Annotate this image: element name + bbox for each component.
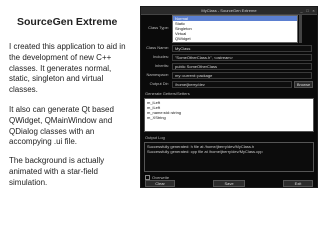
members-label: Generate Getters/Setters [145, 91, 190, 96]
save-button[interactable]: Save [213, 180, 245, 187]
includes-input[interactable]: "SomeOtherClass.h", <ostream> [172, 54, 312, 61]
window-title: MyClass - SourceGen Extreme [201, 8, 257, 13]
slide-paragraph-background: The background is actually animated with… [9, 156, 105, 187]
class-type-label: Class Type: [148, 25, 169, 30]
maximize-icon[interactable]: □ [305, 8, 310, 13]
slide-paragraph-intro: I created this application to aid in the… [9, 42, 126, 95]
class-name-input[interactable]: MyClass [172, 45, 312, 52]
class-type-item[interactable]: QWidget [173, 36, 297, 41]
clear-button[interactable]: Clear [145, 180, 175, 187]
browse-button[interactable]: Browse [294, 81, 313, 88]
class-type-scrollbar[interactable] [299, 15, 302, 43]
app-window: MyClass - SourceGen Extreme _ □ × Class … [140, 6, 318, 188]
inherits-label: Inherits: [154, 63, 169, 68]
includes-label: Includes: [152, 54, 169, 59]
member-line: m_XString [147, 115, 166, 120]
output-log: Successfully generated: h file at /home/… [144, 142, 314, 172]
close-icon[interactable]: × [311, 8, 316, 13]
members-editor[interactable]: m_iLeft m_iLeft m_name:std::string m_XSt… [144, 98, 314, 132]
output-dir-label: Output Dir: [149, 81, 169, 86]
namespace-input[interactable]: my::current::package [172, 72, 312, 79]
output-log-label: Output Log [145, 135, 165, 140]
slide-paragraph-qt: It also can generate Qt based QWidget, Q… [9, 105, 114, 147]
class-type-list[interactable]: Normal Static Singleton Virtual QWidget [172, 15, 298, 43]
exit-button[interactable]: Exit [283, 180, 313, 187]
log-line: Successfully generated: cpp file at /hom… [147, 149, 263, 154]
minimize-icon[interactable]: _ [299, 8, 304, 13]
output-dir-input[interactable]: /home/jberry/dev [172, 81, 292, 88]
namespace-label: Namespace: [146, 72, 169, 77]
class-name-label: Class Name: [146, 45, 169, 50]
title-bar: MyClass - SourceGen Extreme _ □ × [141, 7, 317, 15]
inherits-input[interactable]: public SomeOtherClass [172, 63, 312, 70]
slide-title: SourceGen Extreme [17, 16, 118, 28]
